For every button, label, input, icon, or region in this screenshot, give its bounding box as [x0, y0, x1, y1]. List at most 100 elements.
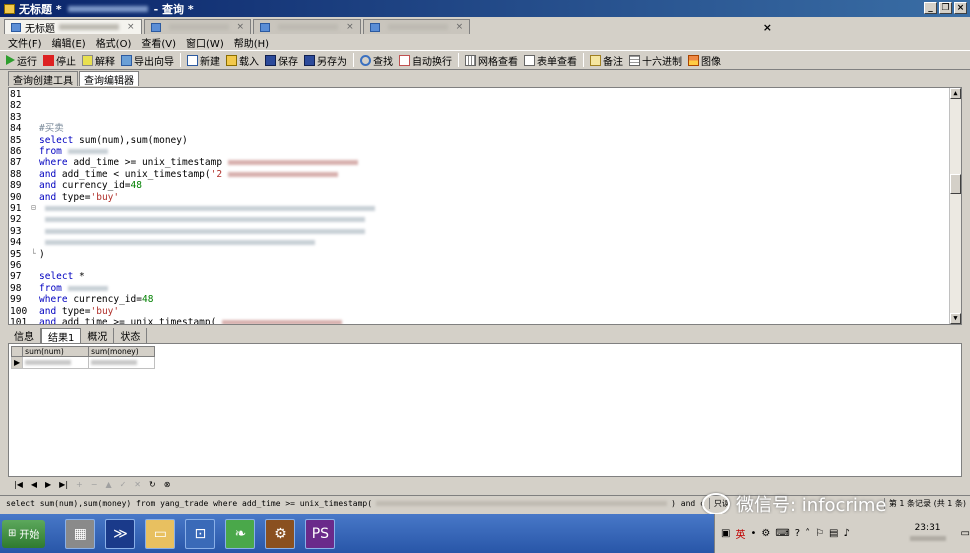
delete-record-button[interactable]: −: [91, 480, 98, 489]
word-wrap-button[interactable]: 自动换行: [399, 53, 452, 68]
menu-edit[interactable]: 编辑(E): [52, 35, 86, 50]
blurred-sql-text: [376, 501, 668, 506]
help-icon[interactable]: ?: [795, 528, 800, 539]
hex-button[interactable]: 十六进制: [629, 53, 682, 68]
menu-window[interactable]: 窗口(W): [186, 35, 224, 50]
doc-tab[interactable]: ×: [253, 19, 361, 34]
tab-status[interactable]: 状态: [114, 328, 148, 343]
network-icon[interactable]: ⊡: [185, 518, 216, 549]
scroll-up-arrow[interactable]: ▲: [950, 88, 961, 99]
tab-profile[interactable]: 概况: [81, 328, 115, 343]
ime-lang[interactable]: 英: [735, 526, 745, 541]
doc-tab-close-icon[interactable]: ×: [456, 22, 464, 32]
doc-tab[interactable]: ×: [362, 19, 471, 34]
save-as-icon: [304, 54, 315, 66]
redacted-text: [44, 228, 365, 234]
export-wizard-button[interactable]: 导出向导: [121, 53, 174, 68]
editor-vertical-scrollbar[interactable]: ▲ ▼: [949, 88, 961, 324]
window-title: 无标题 *: [19, 2, 62, 16]
table-row[interactable]: ▶: [10, 356, 156, 369]
redacted-text: [67, 285, 108, 291]
save-as-button[interactable]: 另存为: [304, 53, 347, 68]
doc-tab-close-icon[interactable]: ×: [237, 22, 245, 32]
column-header[interactable]: sum(money): [88, 346, 156, 357]
fold-marker-icon[interactable]: └: [31, 249, 36, 258]
prev-record-button[interactable]: ◀: [31, 480, 37, 489]
doc-tab-close-icon[interactable]: ×: [127, 22, 135, 32]
tab-query-builder[interactable]: 查询创建工具: [8, 71, 78, 87]
ime-icon[interactable]: ▣: [721, 528, 730, 539]
scroll-thumb[interactable]: [950, 174, 961, 194]
menu-help[interactable]: 帮助(H): [234, 35, 269, 50]
redacted-text: [44, 217, 365, 223]
grid-cell[interactable]: [88, 356, 156, 369]
tray-settings-icon[interactable]: ⚙: [761, 528, 770, 539]
stop-refresh-icon[interactable]: ⊗: [164, 480, 171, 489]
add-record-button[interactable]: +: [76, 480, 83, 489]
edit-record-button[interactable]: ▲: [105, 480, 111, 489]
tray-icon[interactable]: •: [750, 528, 756, 539]
restore-button[interactable]: ❐: [939, 2, 952, 14]
form-view-button[interactable]: 表单查看: [524, 53, 577, 68]
window-controls: _ ❐ ×: [924, 2, 967, 14]
last-record-button[interactable]: ▶|: [59, 480, 68, 489]
save-icon: [265, 54, 276, 66]
run-button[interactable]: 运行: [6, 53, 37, 68]
network-tray-icon[interactable]: ▤: [829, 528, 838, 539]
first-record-button[interactable]: |◀: [14, 480, 23, 489]
server-manager-icon[interactable]: ▦: [65, 518, 96, 549]
tray-expand-icon[interactable]: ˄: [805, 528, 810, 539]
scroll-down-arrow[interactable]: ▼: [950, 313, 961, 324]
tray-keyboard-icon[interactable]: ⌨: [775, 528, 789, 539]
blurred-tab-text: [387, 24, 448, 30]
tab-result1[interactable]: 结果1: [41, 328, 82, 344]
code-line: select *: [39, 271, 85, 283]
minimize-button[interactable]: _: [924, 2, 937, 14]
sql-editor[interactable]: 81 82 83 84 85 86 87 88 89 90 91 92 93 94 95 96 97 98 99 10…: [8, 87, 962, 325]
grid-cell[interactable]: [22, 356, 90, 369]
navicat-icon[interactable]: ❧: [225, 518, 256, 549]
stop-button[interactable]: 停止: [43, 53, 76, 68]
clock[interactable]: 23:31: [909, 523, 946, 545]
memo-button[interactable]: 备注: [590, 53, 623, 68]
explain-button[interactable]: 解释: [82, 53, 115, 68]
doc-tab[interactable]: ×: [143, 19, 252, 34]
doc-tab-close-icon[interactable]: ×: [346, 22, 354, 32]
line-number: 86: [10, 146, 22, 157]
tab-query-editor[interactable]: 查询编辑器: [79, 71, 139, 87]
find-button[interactable]: 查找: [360, 53, 393, 68]
toolbar-separator: [180, 53, 181, 67]
show-desktop-icon[interactable]: ▭: [961, 528, 970, 539]
redacted-text: [227, 160, 358, 166]
fold-marker-icon[interactable]: ⊟: [31, 203, 36, 212]
refresh-icon[interactable]: ↻: [149, 480, 156, 489]
grid-view-button[interactable]: 网格查看: [465, 53, 518, 68]
next-record-button[interactable]: ▶: [45, 480, 51, 489]
doc-tab-active[interactable]: 无标题 ×: [4, 19, 142, 35]
new-button[interactable]: 新建: [187, 53, 220, 68]
cancel-button[interactable]: ✕: [134, 480, 141, 489]
close-button[interactable]: ×: [954, 2, 967, 14]
powershell-icon[interactable]: ≫: [105, 518, 136, 549]
blurred-tab-text: [278, 24, 339, 30]
image-button[interactable]: 图像: [688, 53, 721, 68]
ps-icon[interactable]: PS: [305, 518, 336, 549]
menu-file[interactable]: 文件(F): [8, 35, 42, 50]
apply-button[interactable]: ✓: [120, 480, 127, 489]
process-explorer-icon[interactable]: ⚙: [265, 518, 296, 549]
memo-icon: [590, 54, 601, 66]
start-button[interactable]: ⊞ 开始: [2, 519, 46, 548]
flag-icon[interactable]: ⚐: [815, 528, 824, 539]
explorer-icon[interactable]: ▭: [145, 518, 176, 549]
tab-info[interactable]: 信息: [8, 328, 41, 343]
result-grid[interactable]: sum(num) sum(money) ▶: [10, 346, 156, 369]
volume-icon[interactable]: ♪: [844, 528, 850, 539]
menu-view[interactable]: 查看(V): [141, 35, 176, 50]
tabs-close-icon[interactable]: ×: [763, 21, 772, 34]
image-icon: [688, 54, 699, 66]
column-header[interactable]: sum(num): [22, 346, 90, 357]
load-button[interactable]: 载入: [226, 53, 259, 68]
code-line: and currency_id=48: [39, 180, 142, 192]
menu-format[interactable]: 格式(O): [96, 35, 132, 50]
save-button[interactable]: 保存: [265, 53, 298, 68]
